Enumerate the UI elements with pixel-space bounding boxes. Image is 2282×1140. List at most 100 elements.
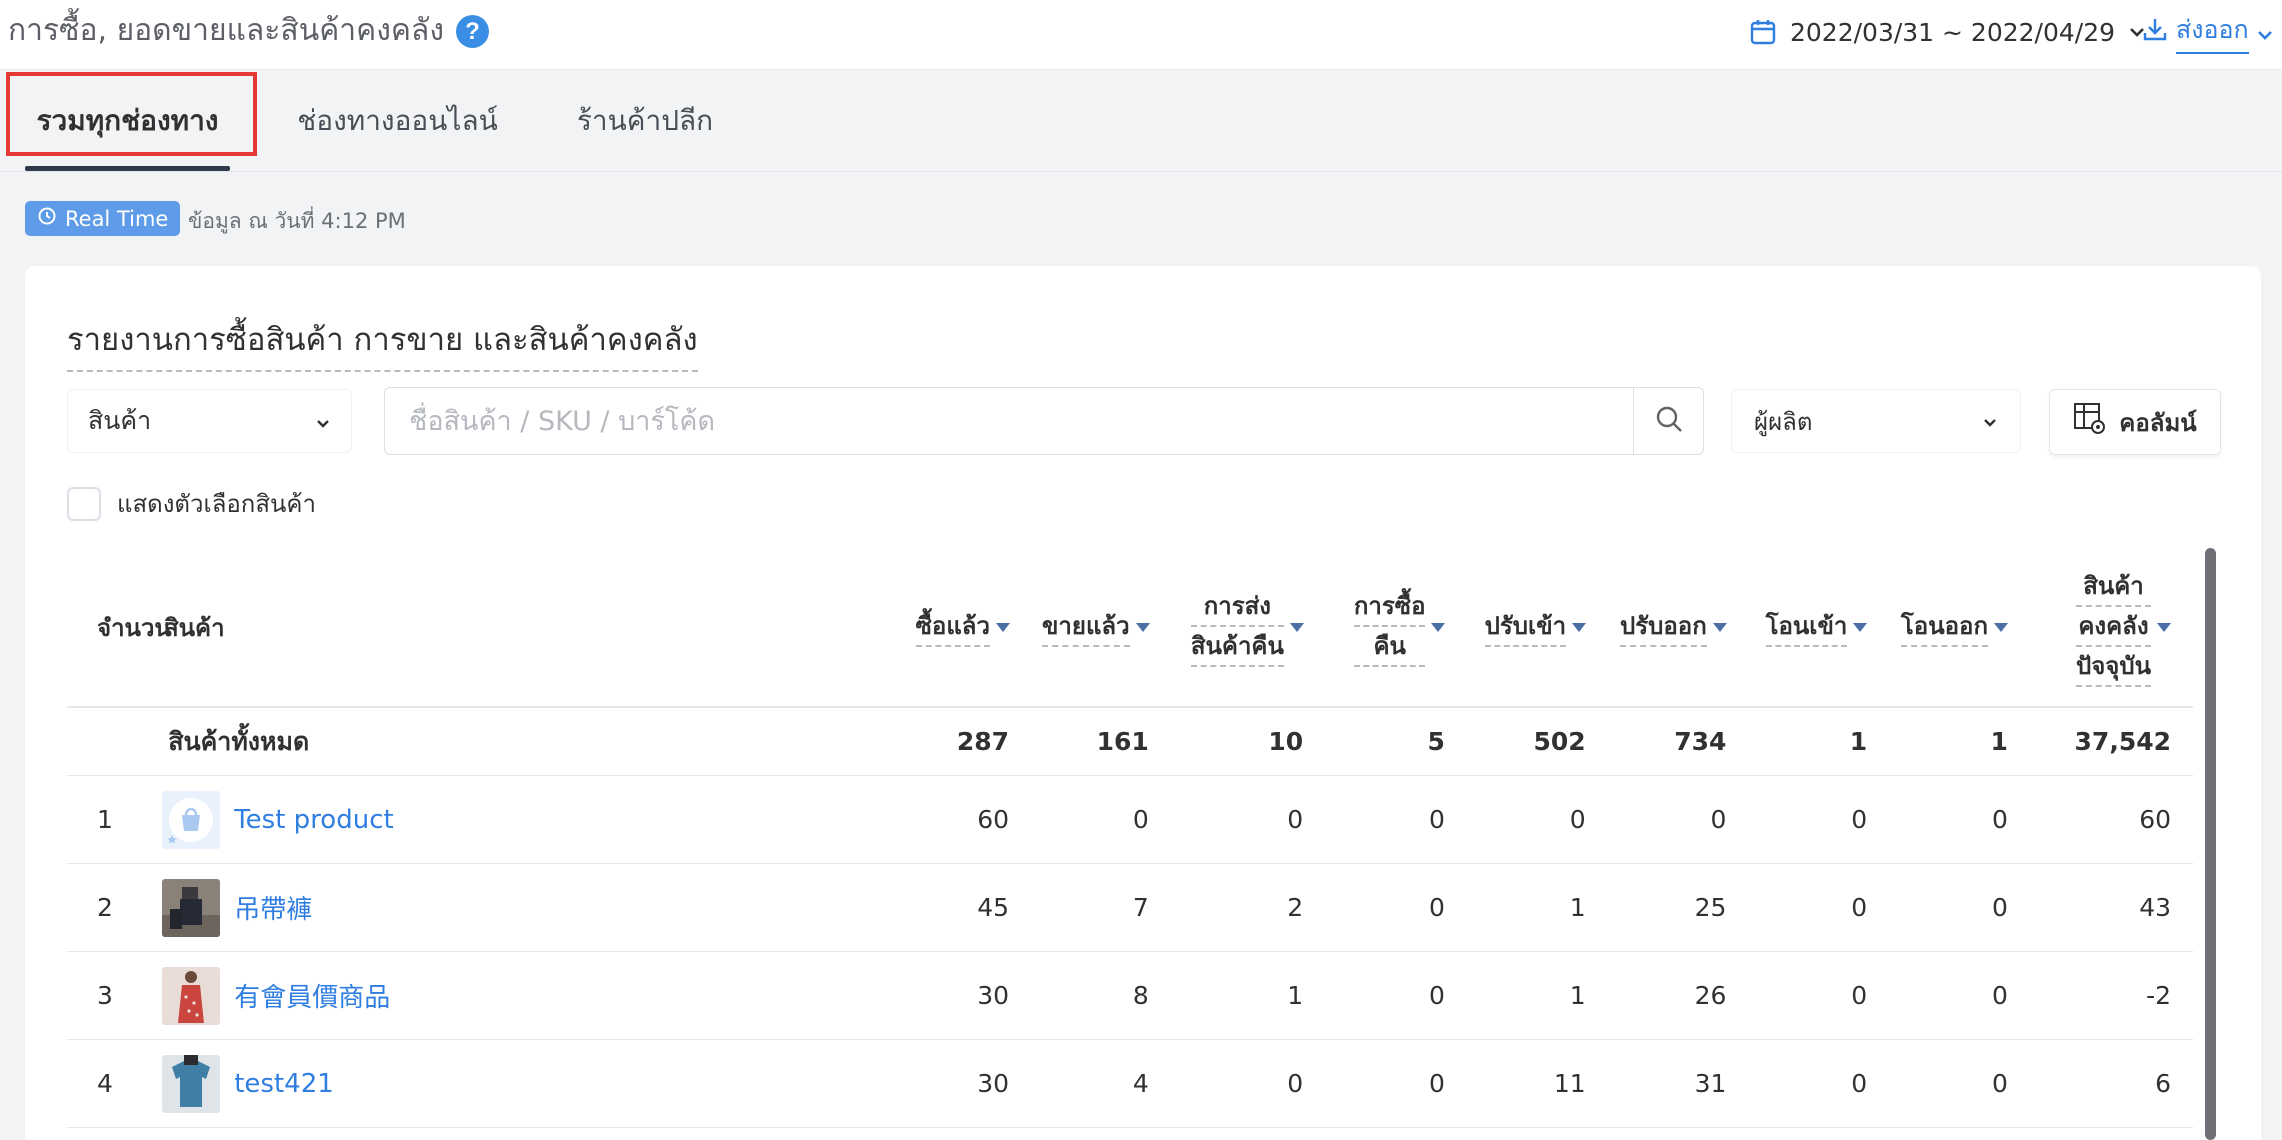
product-cell: test421 (162, 1054, 834, 1113)
product-link[interactable]: 有會員價商品 (234, 977, 390, 1014)
product-filter-select[interactable]: สินค้า (67, 389, 352, 453)
cell-stock: 6 (2155, 1069, 2172, 1098)
top-header: การซื้อ, ยอดขายและสินค้าคงคลัง ? 2022/03… (0, 0, 2282, 70)
product-cell: 吊帶褲 (162, 878, 834, 937)
sort-caret-icon[interactable] (1712, 622, 1727, 632)
cell-sold: 0 (1132, 805, 1149, 834)
product-link[interactable]: Test product (234, 805, 393, 835)
product-image (162, 1054, 221, 1113)
table-row: 4 test421 30 4 0 0 11 31 0 0 6 (67, 1040, 2193, 1128)
header-label: คืน (1353, 627, 1426, 667)
product-image (162, 966, 221, 1025)
show-variants-label: แสดงตัวเลือกสินค้า (117, 490, 316, 518)
header-label: โอนออก (1900, 607, 1988, 647)
header-label: ปัจจุบัน (2075, 647, 2151, 687)
chevron-down-icon (2257, 18, 2273, 47)
date-range-picker[interactable]: 2022/03/31 ~ 2022/04/29 (1750, 12, 2145, 52)
columns-button[interactable]: คอลัมน์ (2049, 389, 2221, 455)
col-header-sold[interactable]: ขายแล้ว (1032, 607, 1172, 647)
table-scrollbar[interactable] (2205, 548, 2216, 1140)
manufacturer-select-value: ผู้ผลิต (1754, 407, 1813, 436)
product-filter-value: สินค้า (88, 406, 152, 435)
header-label: ขายแล้ว (1042, 607, 1130, 647)
header-label: สินค้า (2075, 567, 2151, 607)
cell-stock: 43 (2139, 893, 2172, 922)
cell-transfer-out: 0 (1991, 893, 2008, 922)
col-header-index: จำนวน (97, 613, 171, 642)
col-header-adj-out[interactable]: ปรับออก (1608, 607, 1749, 647)
col-header-stock[interactable]: สินค้า คงคลัง ปัจจุบัน (2030, 567, 2193, 687)
header-label: ปรับเข้า (1484, 607, 1567, 647)
total-stock: 37,542 (2074, 727, 2172, 756)
col-header-adj-in[interactable]: ปรับเข้า (1467, 607, 1608, 647)
export-button[interactable]: ส่งออก (2142, 10, 2273, 54)
product-image (162, 878, 221, 937)
search-input[interactable] (385, 388, 1633, 454)
row-index: 3 (97, 981, 113, 1010)
sort-caret-icon[interactable] (1135, 622, 1150, 632)
search-box (384, 387, 1704, 455)
col-header-transfer-out[interactable]: โอนออก (1889, 607, 2030, 647)
chevron-down-icon (315, 407, 331, 436)
cell-bought: 30 (977, 981, 1010, 1010)
product-link[interactable]: test421 (234, 1069, 334, 1099)
cell-transfer-in: 0 (1851, 893, 1868, 922)
total-transfer-out: 1 (1990, 727, 2008, 756)
total-label-text: สินค้าทั้งหมด (168, 726, 310, 756)
col-header-returned[interactable]: การส่ง สินค้าคืน (1172, 587, 1326, 667)
cell-adj-out: 0 (1710, 805, 1727, 834)
manufacturer-select[interactable]: ผู้ผลิต (1731, 389, 2021, 453)
report-table: จำนวน สินค้า ซื้อแล้ว ขายแล้ว การส่ง สินค… (67, 548, 2193, 1128)
download-icon (2142, 16, 2168, 48)
cell-stock: -2 (2146, 981, 2172, 1010)
sort-caret-icon[interactable] (1431, 622, 1446, 632)
search-button[interactable] (1633, 388, 1703, 454)
total-refund: 5 (1427, 727, 1445, 756)
help-icon[interactable]: ? (456, 15, 489, 48)
cell-sold: 8 (1132, 981, 1149, 1010)
sort-caret-icon[interactable] (995, 622, 1010, 632)
cell-returned: 1 (1287, 981, 1304, 1010)
show-variants-checkbox[interactable]: แสดงตัวเลือกสินค้า (67, 484, 316, 523)
product-link[interactable]: 吊帶褲 (234, 889, 312, 926)
export-label: ส่งออก (2176, 10, 2249, 54)
header-label: การซื้อ (1353, 587, 1426, 627)
product-cell: Test product (162, 790, 834, 849)
tab-online[interactable]: ช่องทางออนไลน์ (290, 70, 505, 172)
sort-caret-icon[interactable] (1572, 622, 1587, 632)
header-label: โอนเข้า (1765, 607, 1848, 647)
cell-refund: 0 (1428, 1069, 1445, 1098)
total-sold: 161 (1096, 727, 1149, 756)
data-timestamp: ข้อมูล ณ วันที่ 4:12 PM (188, 209, 406, 233)
col-header-bought[interactable]: ซื้อแล้ว (835, 607, 1032, 647)
table-row: 2 吊帶褲 45 7 2 0 1 25 0 0 43 (67, 864, 2193, 952)
header-label: ซื้อแล้ว (915, 607, 990, 647)
col-header-transfer-in[interactable]: โอนเข้า (1749, 607, 1890, 647)
calendar-icon (1750, 19, 1776, 45)
date-range-value: 2022/03/31 ~ 2022/04/29 (1790, 17, 2116, 47)
column-settings-icon (2073, 402, 2107, 442)
col-header-refund[interactable]: การซื้อ คืน (1326, 587, 1468, 667)
header-label: สินค้าคืน (1190, 627, 1284, 667)
table-header-row: จำนวน สินค้า ซื้อแล้ว ขายแล้ว การส่ง สินค… (67, 548, 2193, 708)
cell-adj-out: 25 (1694, 893, 1727, 922)
cell-adj-out: 26 (1694, 981, 1727, 1010)
cell-adj-in: 0 (1569, 805, 1586, 834)
sort-caret-icon[interactable] (1289, 622, 1304, 632)
cell-refund: 0 (1428, 981, 1445, 1010)
cell-bought: 60 (977, 805, 1010, 834)
cell-returned: 0 (1287, 805, 1304, 834)
table-row: 3 有會員價商品 30 8 1 0 1 26 0 0 -2 (67, 952, 2193, 1040)
cell-transfer-in: 0 (1851, 805, 1868, 834)
sort-caret-icon[interactable] (2156, 622, 2171, 632)
sort-caret-icon[interactable] (1993, 622, 2008, 632)
total-bought: 287 (956, 727, 1010, 756)
checkbox[interactable] (67, 486, 101, 521)
sort-caret-icon[interactable] (1853, 622, 1868, 632)
tab-retail[interactable]: ร้านค้าปลีก (572, 70, 718, 172)
product-placeholder-image (162, 790, 221, 849)
total-adj-in: 502 (1533, 727, 1586, 756)
cell-transfer-out: 0 (1991, 805, 2008, 834)
col-header-product: สินค้า (164, 613, 225, 642)
header-label: คงคลัง (2075, 607, 2151, 647)
